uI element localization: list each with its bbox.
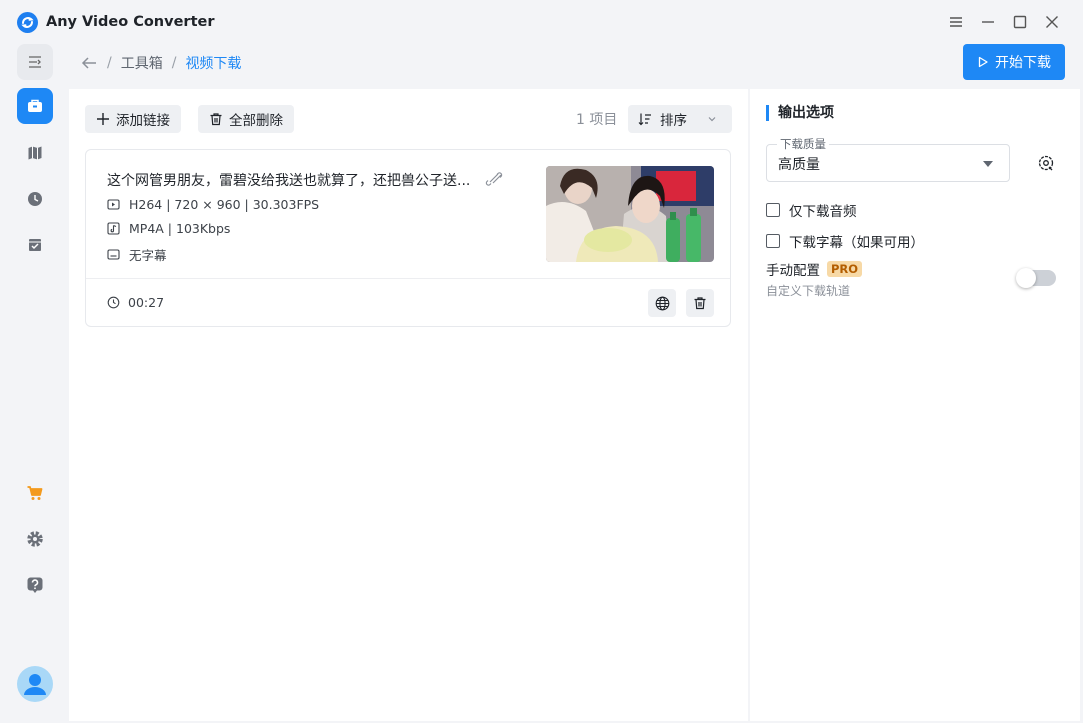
output-options-title: 输出选项 — [766, 105, 834, 121]
close-icon[interactable] — [1042, 12, 1062, 32]
start-download-button[interactable]: 开始下载 — [963, 44, 1065, 80]
manual-config-row: 手动配置 PRO — [766, 259, 863, 279]
video-info-text: H264 | 720 × 960 | 30.303FPS — [129, 197, 320, 212]
sort-icon — [638, 113, 651, 126]
link-icon[interactable] — [484, 171, 504, 187]
caret-down-icon — [983, 161, 993, 167]
sidebar-item-library[interactable] — [17, 135, 53, 171]
plus-icon — [97, 113, 109, 125]
add-link-label: 添加链接 — [116, 113, 170, 129]
audio-track-info: MP4A | 103Kbps — [107, 221, 230, 236]
manual-config-description: 自定义下载轨道 — [766, 284, 851, 298]
avatar[interactable] — [17, 666, 53, 702]
trash-icon — [694, 297, 706, 310]
globe-icon — [655, 296, 669, 310]
cart-icon — [27, 486, 43, 500]
breadcrumb-separator: / — [107, 55, 112, 71]
audio-only-checkbox[interactable]: 仅下载音频 — [766, 200, 857, 220]
open-web-button[interactable] — [648, 289, 676, 317]
video-duration: 00:27 — [107, 295, 164, 310]
sort-dropdown[interactable]: 排序 — [628, 105, 732, 133]
menu-icon[interactable] — [946, 12, 966, 32]
title-bar: Any Video Converter — [0, 0, 1083, 44]
quality-label: 下载质量 — [777, 137, 829, 151]
minimize-icon[interactable] — [978, 12, 998, 32]
toolbox-icon — [28, 99, 42, 112]
back-arrow-icon[interactable] — [80, 56, 98, 70]
video-card[interactable]: 这个网管男朋友，雷碧没给我送也就算了，还把兽公子送... H264 | 720 … — [85, 149, 731, 327]
subtitle-track-info: 无字幕 — [107, 245, 167, 264]
sidebar-item-toolbox[interactable] — [17, 88, 53, 124]
gear-icon — [27, 531, 43, 547]
breadcrumb-toolbox[interactable]: 工具箱 — [121, 53, 163, 73]
item-count: 1 项目 — [576, 112, 618, 128]
video-track-info: H264 | 720 × 960 | 30.303FPS — [107, 197, 319, 212]
pro-badge: PRO — [827, 261, 863, 277]
breadcrumb: / 工具箱 / 视频下载 — [80, 52, 241, 74]
checkbox-box[interactable] — [766, 203, 780, 217]
start-download-label: 开始下载 — [995, 55, 1051, 71]
checkbox-box[interactable] — [766, 234, 780, 248]
subtitle-info-text: 无字幕 — [129, 248, 167, 263]
audio-info-text: MP4A | 103Kbps — [129, 221, 231, 236]
quality-settings-icon[interactable] — [1037, 154, 1055, 172]
delete-all-button[interactable]: 全部删除 — [198, 105, 294, 133]
quality-value: 高质量 — [778, 157, 820, 173]
task-check-icon — [29, 239, 41, 251]
toggle-knob[interactable] — [1016, 268, 1036, 288]
breadcrumb-current: 视频下载 — [185, 56, 242, 72]
help-icon — [27, 577, 43, 593]
play-icon — [978, 56, 988, 68]
subtitle-track-icon — [107, 249, 120, 260]
user-icon — [24, 674, 46, 695]
app-title: Any Video Converter — [46, 14, 215, 30]
sidebar-item-help[interactable] — [17, 567, 53, 603]
video-thumbnail[interactable] — [546, 166, 714, 262]
output-options-panel: 输出选项 下载质量 高质量 仅下载音频 下载字幕（如果可用） 手动配置 PRO … — [750, 89, 1080, 721]
card-divider — [86, 278, 730, 279]
delete-item-button[interactable] — [686, 289, 714, 317]
manual-config-toggle[interactable] — [1016, 268, 1056, 288]
chevron-down-icon — [708, 117, 716, 122]
subtitles-checkbox[interactable]: 下载字幕（如果可用） — [766, 231, 924, 251]
sidebar-item-store[interactable] — [17, 475, 53, 511]
duration-text: 00:27 — [128, 295, 165, 310]
add-link-button[interactable]: 添加链接 — [85, 105, 181, 133]
manual-config-label: 手动配置 — [766, 263, 820, 279]
video-track-icon — [107, 199, 120, 210]
library-icon — [28, 146, 42, 160]
sidebar-item-tasks[interactable] — [17, 227, 53, 263]
trash-icon — [210, 113, 222, 126]
quality-select[interactable]: 下载质量 高质量 — [766, 137, 1010, 182]
app-logo-icon — [17, 12, 38, 33]
collapse-sidebar-icon[interactable] — [17, 44, 53, 80]
sort-label: 排序 — [660, 113, 687, 129]
sidebar-item-history[interactable] — [17, 181, 53, 217]
audio-track-icon — [107, 222, 120, 235]
video-title: 这个网管男朋友，雷碧没给我送也就算了，还把兽公子送... — [107, 173, 471, 189]
audio-only-label: 仅下载音频 — [789, 204, 857, 220]
clock-icon — [107, 296, 120, 309]
sidebar-item-settings[interactable] — [17, 521, 53, 557]
subtitles-label: 下载字幕（如果可用） — [789, 235, 924, 251]
maximize-icon[interactable] — [1010, 12, 1030, 32]
breadcrumb-separator: / — [171, 55, 177, 71]
delete-all-label: 全部删除 — [229, 113, 283, 129]
clock-icon — [28, 192, 42, 206]
download-list-panel: 添加链接 全部删除 1 项目 排序 这个网管男朋友，雷碧没给我送也就算了，还把兽… — [69, 89, 748, 721]
